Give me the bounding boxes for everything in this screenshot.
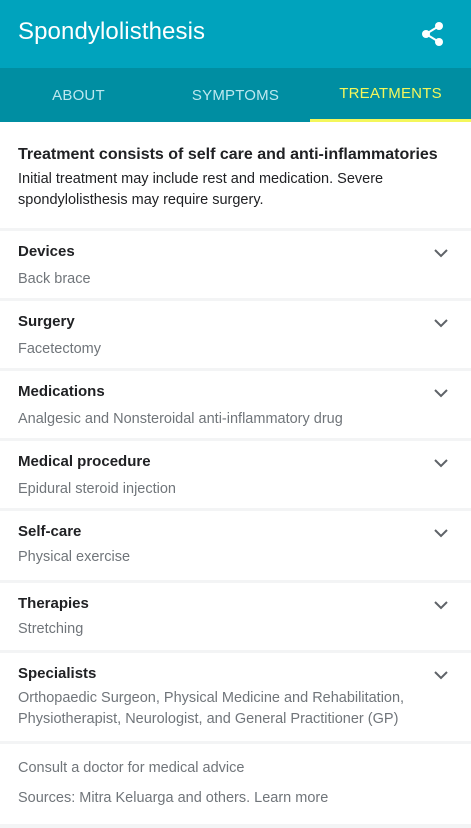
sources-text: Sources: Mitra Keluarga and others. [18, 790, 251, 806]
chevron-down-icon[interactable] [433, 388, 449, 398]
header: Spondylolisthesis [0, 0, 471, 68]
treatment-summary: Treatment consists of self care and anti… [0, 122, 471, 228]
row-value: Stretching [18, 621, 84, 637]
row-specialists[interactable]: Specialists Orthopaedic Surgeon, Physica… [0, 653, 471, 741]
tab-bar: ABOUT SYMPTOMS TREATMENTS [0, 68, 471, 122]
row-label: Specialists [18, 665, 97, 682]
row-label: Surgery [18, 313, 75, 330]
chevron-down-icon[interactable] [433, 600, 449, 610]
row-value: Back brace [18, 271, 91, 287]
footer: Consult a doctor for medical advice Sour… [0, 744, 471, 824]
row-label: Devices [18, 243, 75, 260]
summary-heading: Treatment consists of self care and anti… [18, 146, 438, 163]
row-value: Epidural steroid injection [18, 481, 176, 497]
chevron-down-icon[interactable] [433, 248, 449, 258]
tab-symptoms[interactable]: SYMPTOMS [157, 68, 314, 122]
health-card: Spondylolisthesis ABOUT SYMPTOMS TREATME… [0, 0, 471, 828]
row-label: Therapies [18, 595, 89, 612]
chevron-down-icon[interactable] [433, 318, 449, 328]
tab-treatments[interactable]: TREATMENTS [310, 68, 471, 122]
summary-text: Initial treatment may include rest and m… [18, 171, 384, 208]
learn-more-link[interactable]: Learn more [254, 790, 328, 806]
chevron-down-icon[interactable] [433, 670, 449, 680]
row-value: Facetectomy [18, 341, 101, 357]
chevron-down-icon[interactable] [433, 458, 449, 468]
row-label: Self-care [18, 523, 82, 540]
row-label: Medications [18, 383, 105, 400]
medical-disclaimer: Consult a doctor for medical advice [18, 760, 245, 776]
share-icon[interactable] [418, 20, 448, 48]
row-therapies[interactable]: Therapies Stretching [0, 583, 471, 650]
page-title: Spondylolisthesis [18, 18, 206, 45]
sources-line: Sources: Mitra Keluarga and others. Lear… [18, 790, 328, 806]
row-surgery[interactable]: Surgery Facetectomy [0, 301, 471, 368]
row-devices[interactable]: Devices Back brace [0, 231, 471, 298]
chevron-down-icon[interactable] [433, 528, 449, 538]
row-value: Physical exercise [18, 549, 131, 565]
row-medical-procedure[interactable]: Medical procedure Epidural steroid injec… [0, 441, 471, 508]
row-label: Medical procedure [18, 453, 151, 470]
row-value: Analgesic and Nonsteroidal anti-inflamma… [18, 411, 343, 427]
tab-about[interactable]: ABOUT [0, 68, 157, 122]
row-self-care[interactable]: Self-care Physical exercise [0, 511, 471, 580]
row-medications[interactable]: Medications Analgesic and Nonsteroidal a… [0, 371, 471, 438]
row-value: Orthopaedic Surgeon, Physical Medicine a… [18, 690, 405, 727]
